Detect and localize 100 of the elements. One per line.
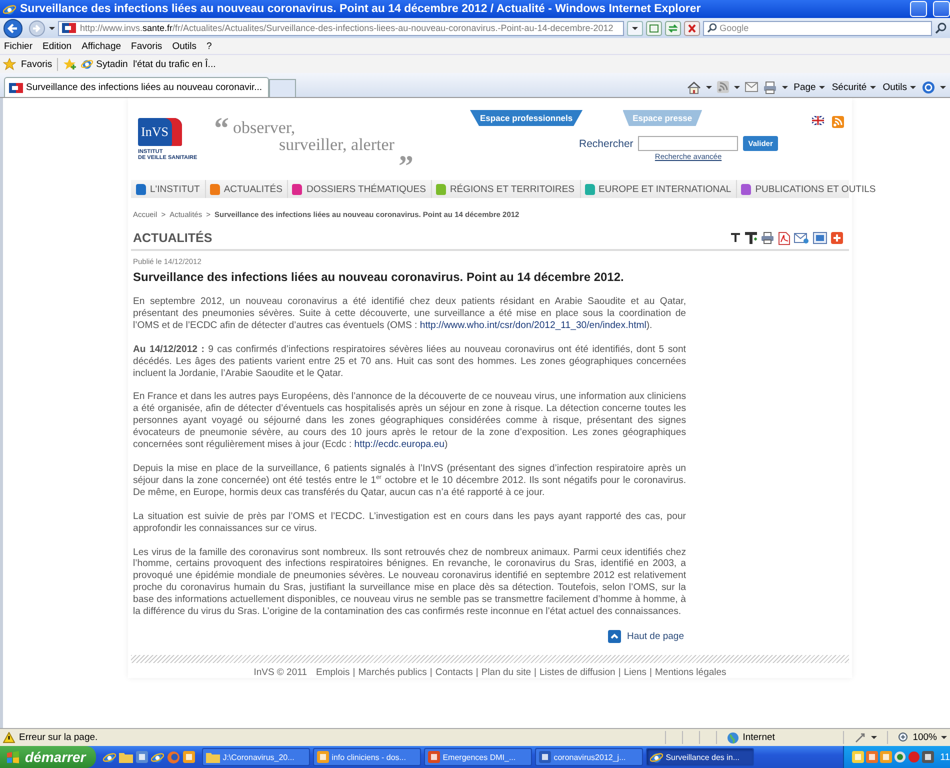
logo[interactable]: InVS: [138, 118, 182, 146]
taskbar-button[interactable]: Surveillance des in...: [646, 748, 754, 766]
paragraph: En France et dans les autres pays Européens, dès l’annonce de la découverte de ce nouveau virus, une information aux cliniciens a été organisée, afin de détecter d’éventuels cas hospitalisés après un séjour en zone à risque. La détection concerne toutes les personnes ayant voyagé ou séjourné dans les zones géographiques considérées comme à risque, présentant des signes évocateurs de pneumonie sévère, au cours des 10 jours après le retour de la zone d’exposition. Les zones géographiques concernées sont régulièrement mises à jour (Ecdc : http://ecdc.europa.eu): [133, 391, 686, 451]
print-icon[interactable]: [762, 80, 777, 94]
back-to-top-link[interactable]: Haut de page: [608, 630, 684, 643]
help-icon[interactable]: [922, 80, 935, 94]
browser-icon[interactable]: [3, 2, 16, 16]
nav-link[interactable]: RÉGIONS ET TERRITOIRES: [450, 184, 575, 194]
footer-link[interactable]: Marchés publics: [358, 666, 427, 678]
folder-icon[interactable]: [118, 750, 133, 762]
text-larger-icon[interactable]: [745, 232, 757, 244]
command-menu[interactable]: Sécurité: [830, 80, 877, 94]
flag-icon[interactable]: [812, 116, 824, 125]
add-favorite-icon[interactable]: [63, 58, 76, 70]
window-title: Surveillance des infections liées au nouveau coronavirus. Point au 14 décembre 2012 / Actualité - Windows Internet Explorer: [20, 3, 702, 15]
nav-link[interactable]: ACTUALITÉS: [224, 184, 282, 194]
command-menu[interactable]: Page: [792, 80, 826, 94]
folder-icon: [206, 751, 220, 763]
menu-item[interactable]: Affichage: [82, 40, 122, 52]
caret-icon[interactable]: [49, 26, 55, 30]
separator: |: [534, 666, 536, 678]
restore-button[interactable]: [933, 1, 950, 17]
space-tab[interactable]: Espace professionnels: [470, 110, 583, 126]
rss-icon[interactable]: [832, 116, 844, 128]
warning-icon[interactable]: [3, 732, 15, 743]
paragraph: La situation est suivie de près par l’OMS et l’ECDC. L’investigation est en cours dans les pays ayant rapporté des cas, pour approfondir les connaissances sur ce virus.: [133, 510, 686, 534]
star-icon: [3, 58, 16, 70]
separator: |: [618, 666, 621, 678]
share-icon[interactable]: [813, 232, 827, 244]
globe-icon: [726, 732, 739, 744]
windows-flag-icon: [6, 750, 20, 764]
favorite-link[interactable]: Sytadin l'état du trafic en Î...: [96, 58, 216, 70]
back-button[interactable]: [3, 18, 25, 38]
footer-link[interactable]: Listes de diffusion: [539, 666, 616, 678]
status-message[interactable]: Erreur sur la page.: [19, 732, 98, 743]
text-smaller-icon[interactable]: [730, 232, 741, 242]
taskbar-button[interactable]: J:\Coronavirus_20...: [202, 748, 310, 766]
pdf-icon[interactable]: [778, 232, 790, 245]
paragraph: Depuis la mise en place de la surveillance, 6 patients signalés à l’InVS (présentant des signes d’infection respiratoire après un séjour dans la zone concernée) ont été testés entre le 1$^{er}$ octobre et le 10 décembre 2012. Ils sont négatifs pour le coronavirus. De même, en Europe, hormis deux cas transférés du Qatar, aucun cas n’a été rapporté à ce jour.: [133, 462, 686, 499]
feeds-icon[interactable]: [716, 81, 729, 93]
stop-icon[interactable]: [684, 20, 700, 36]
footer-link[interactable]: Liens: [624, 666, 647, 678]
dropdown-button[interactable]: [627, 20, 643, 36]
menu-item[interactable]: ?: [206, 40, 212, 52]
search-field[interactable]: [638, 136, 738, 151]
caret-icon[interactable]: [782, 86, 788, 88]
browser-icon[interactable]: [150, 750, 164, 764]
browser-icon[interactable]: [81, 58, 94, 70]
footer-link[interactable]: Emplois: [316, 666, 350, 678]
menu-item[interactable]: Edition: [42, 40, 72, 52]
favorites-button[interactable]: Favoris: [21, 58, 52, 70]
start-button[interactable]: démarrer: [0, 746, 96, 768]
paragraph: En septembre 2012, un nouveau coronavirus a été identifié chez deux patients résidant en Arabie Saoudite et au Qatar, présentant des pneumonies sévères. Suite à cette découverte, une surveillance a été mise en place sous la coordination de l’OMS et de l’ECDC afin de détecter d’autres cas éventuels (OMS : http://www.who.int/csr/don/2012_11_30/en/index.html).: [133, 296, 686, 332]
nav-link[interactable]: DOSSIERS THÉMATIQUES: [306, 184, 426, 194]
separator: |: [650, 666, 652, 678]
zoom-level[interactable]: 100%: [912, 732, 937, 743]
address-field[interactable]: http://www.invs.sante.fr/fr/Actualites/Actualites/Surveillance-des-infections-liees-au-nouveau-coronavirus.-Point-au-14-decembre-2012: [58, 20, 624, 36]
menu-item[interactable]: Fichier: [4, 40, 33, 52]
caret-icon[interactable]: [940, 86, 946, 88]
security-zone: Internet: [742, 732, 776, 743]
plus-icon[interactable]: [831, 232, 843, 244]
search-field[interactable]: Google: [702, 20, 932, 36]
footer-link[interactable]: Contacts: [435, 666, 473, 678]
browser-icon[interactable]: [102, 750, 116, 764]
browser-tab[interactable]: Surveillance des infections liées au nouveau coronavir...: [4, 77, 270, 97]
quote-mark: ”: [398, 156, 414, 178]
separator: |: [352, 666, 356, 678]
compatibility-icon[interactable]: [646, 20, 662, 36]
command-menu[interactable]: Outils: [882, 80, 917, 94]
section-title: ACTUALITÉS: [133, 231, 212, 245]
caret-icon[interactable]: [734, 86, 740, 88]
link[interactable]: http://www.who.int/csr/don/2012_11_30/en/index.html: [420, 320, 646, 331]
search-icon: [706, 23, 717, 33]
email-icon[interactable]: [794, 232, 809, 244]
site-favicon: [62, 23, 76, 33]
search-icon[interactable]: [934, 22, 947, 34]
menu-item[interactable]: Favoris: [131, 40, 162, 52]
slogan: observer, surveiller, alerter: [233, 117, 394, 156]
browser-icon: [650, 750, 663, 764]
zoom-icon[interactable]: [898, 732, 909, 743]
footer-link[interactable]: Mentions légales: [655, 666, 726, 678]
taskbar-button[interactable]: info cliniciens - dos...: [312, 748, 421, 766]
home-icon[interactable]: [686, 80, 701, 94]
caret-icon[interactable]: [706, 86, 712, 88]
footer-link[interactable]: Plan du site: [481, 666, 531, 678]
quote-mark: “: [214, 116, 229, 147]
nav-link[interactable]: L'INSTITUT: [150, 184, 200, 194]
separator: |: [430, 666, 432, 678]
refresh-icon[interactable]: [664, 20, 681, 36]
nav-link[interactable]: PUBLICATIONS ET OUTILS: [755, 184, 876, 194]
taskbar-button[interactable]: coronavirus2012_j...: [534, 748, 643, 766]
minimize-button[interactable]: [910, 1, 927, 17]
taskbar-button[interactable]: Emergences DMI_...: [424, 748, 532, 766]
site-favicon: [9, 82, 23, 92]
paragraph: Au 14/12/2012 : 9 cas confirmés d’infections respiratoires sévères liées au nouveau coronavirus ont été identifiés, dont 5 sont décédés. Les âges des patients varient entre 25 et 70 ans. Huit cas sont des hommes. Les zones géographiques concernées incluent la Jordanie, l’Arabie Saoudite et le Qatar.: [133, 344, 686, 380]
nav-link[interactable]: EUROPE ET INTERNATIONAL: [598, 184, 732, 194]
menu-item[interactable]: Outils: [172, 40, 196, 52]
article-title: Surveillance des infections liées au nouveau coronavirus. Point au 14 décembre 2012.: [133, 270, 625, 284]
print-icon[interactable]: [761, 232, 774, 244]
link[interactable]: http://ecdc.europa.eu: [354, 439, 444, 450]
